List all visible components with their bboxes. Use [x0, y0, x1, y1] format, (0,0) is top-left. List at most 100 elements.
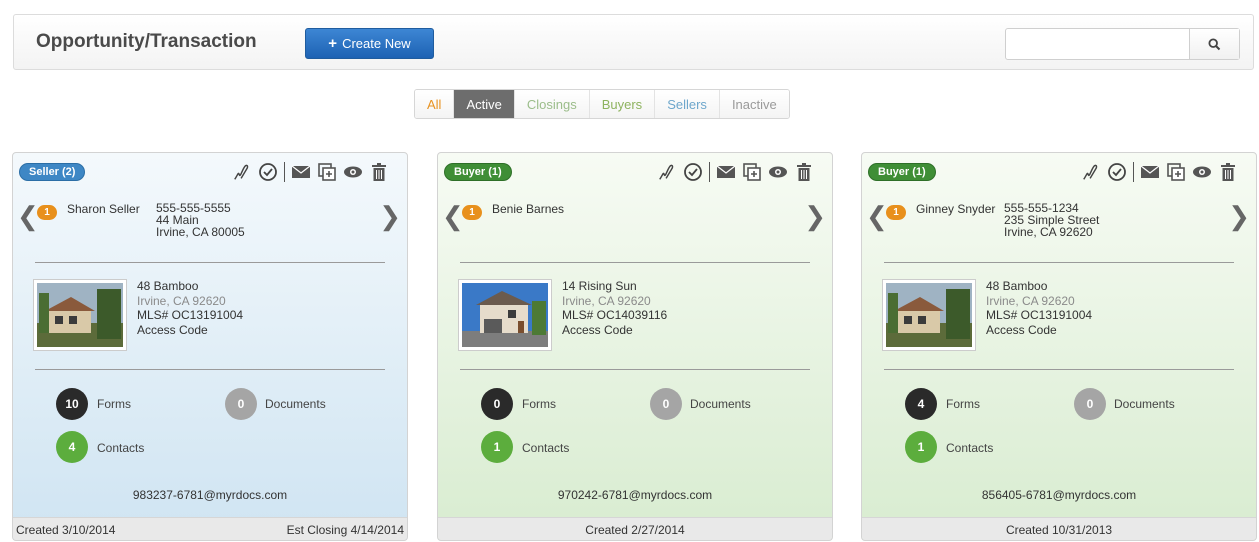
- mail-icon[interactable]: [1140, 161, 1160, 183]
- contact-city: Irvine, CA 92620: [1004, 225, 1093, 239]
- house-photo-icon: [37, 283, 123, 347]
- status-badge: Seller (2): [19, 163, 86, 181]
- toolbar-divider: [284, 162, 285, 182]
- transaction-email: 970242-6781@myrdocs.com: [557, 488, 713, 502]
- property-info: 48 Bamboo Irvine, CA 92620 MLS# OC131910…: [137, 279, 243, 337]
- card-toolbar: [232, 161, 389, 183]
- house-photo-icon: [886, 283, 972, 347]
- created-date: Created 3/10/2014: [16, 523, 116, 537]
- created-date: Created 2/27/2014: [585, 523, 685, 537]
- create-new-label: Create New: [342, 36, 411, 51]
- filter-tabs: All Active Closings Buyers Sellers Inact…: [414, 89, 790, 119]
- eye-icon[interactable]: [1192, 161, 1212, 183]
- documents-label[interactable]: Documents: [265, 397, 326, 411]
- property-address: 48 Bamboo: [137, 279, 199, 293]
- chevron-left-icon[interactable]: ❮: [866, 201, 888, 232]
- documents-count[interactable]: 0: [1074, 388, 1106, 420]
- trash-icon[interactable]: [369, 161, 389, 183]
- contacts-label[interactable]: Contacts: [522, 441, 569, 455]
- trash-icon[interactable]: [1218, 161, 1238, 183]
- forms-count[interactable]: 0: [481, 388, 513, 420]
- tab-buyers[interactable]: Buyers: [589, 90, 656, 118]
- sign-icon[interactable]: [657, 161, 677, 183]
- add-copy-icon[interactable]: [317, 161, 337, 183]
- chevron-left-icon[interactable]: ❮: [17, 201, 39, 232]
- chevron-right-icon[interactable]: ❯: [379, 201, 401, 232]
- mail-icon[interactable]: [291, 161, 311, 183]
- contact-name: Ginney Snyder: [916, 202, 996, 216]
- contacts-count[interactable]: 1: [905, 431, 937, 463]
- documents-count[interactable]: 0: [650, 388, 682, 420]
- forms-count[interactable]: 4: [905, 388, 937, 420]
- tab-all[interactable]: All: [415, 90, 455, 118]
- tab-inactive[interactable]: Inactive: [719, 90, 789, 118]
- property-mls: MLS# OC14039116: [562, 308, 668, 322]
- card-footer: Created 10/31/2013: [862, 517, 1256, 540]
- status-badge: Buyer (1): [444, 163, 512, 181]
- documents-count[interactable]: 0: [225, 388, 257, 420]
- contact-index-badge: 1: [37, 205, 57, 220]
- plus-icon: +: [328, 35, 338, 52]
- contact-name: Sharon Seller: [67, 202, 140, 216]
- contacts-count[interactable]: 1: [481, 431, 513, 463]
- trash-icon[interactable]: [794, 161, 814, 183]
- transaction-email: 983237-6781@myrdocs.com: [132, 488, 288, 502]
- add-copy-icon[interactable]: [742, 161, 762, 183]
- header-bar: Opportunity/Transaction + Create New: [13, 14, 1254, 70]
- card-footer: Created 3/10/2014 Est Closing 4/14/2014: [13, 517, 407, 540]
- contacts-count[interactable]: 4: [56, 431, 88, 463]
- chevron-left-icon[interactable]: ❮: [442, 201, 464, 232]
- add-copy-icon[interactable]: [1166, 161, 1186, 183]
- contact-name: Benie Barnes: [492, 202, 565, 216]
- chevron-right-icon[interactable]: ❯: [1228, 201, 1250, 232]
- house-photo-icon: [462, 283, 548, 347]
- transaction-card: Buyer (1) ❮ ❯ 1 Benie Barnes 14 Rising S…: [437, 152, 833, 541]
- property-access-code: Access Code: [986, 322, 1057, 337]
- search-icon: [1208, 37, 1221, 50]
- divider: [884, 369, 1234, 370]
- transaction-email: 856405-6781@myrdocs.com: [981, 488, 1137, 502]
- search-box: [1005, 28, 1240, 60]
- card-toolbar: [657, 161, 814, 183]
- documents-label[interactable]: Documents: [690, 397, 751, 411]
- search-button[interactable]: [1189, 29, 1239, 59]
- tab-sellers[interactable]: Sellers: [655, 90, 720, 118]
- sign-icon[interactable]: [1081, 161, 1101, 183]
- documents-label[interactable]: Documents: [1114, 397, 1175, 411]
- forms-label[interactable]: Forms: [946, 397, 980, 411]
- property-address: 48 Bamboo: [986, 279, 1048, 293]
- status-badge: Buyer (1): [868, 163, 936, 181]
- contacts-label[interactable]: Contacts: [97, 441, 144, 455]
- property-info: 48 Bamboo Irvine, CA 92620 MLS# OC131910…: [986, 279, 1092, 337]
- card-toolbar: [1081, 161, 1238, 183]
- property-photo[interactable]: [458, 279, 552, 351]
- sign-icon[interactable]: [232, 161, 252, 183]
- create-new-button[interactable]: + Create New: [305, 28, 434, 59]
- transaction-card: Seller (2) ❮ ❯ 1 Sharon Seller 555-555-5…: [12, 152, 408, 541]
- contact-city: Irvine, CA 80005: [156, 225, 245, 239]
- divider: [460, 369, 810, 370]
- property-photo[interactable]: [882, 279, 976, 351]
- tab-closings[interactable]: Closings: [514, 90, 590, 118]
- toolbar-divider: [1133, 162, 1134, 182]
- eye-icon[interactable]: [768, 161, 788, 183]
- contact-details: 555-555-5555 44 Main Irvine, CA 80005: [156, 202, 245, 238]
- tab-active[interactable]: Active: [454, 90, 515, 118]
- contacts-label[interactable]: Contacts: [946, 441, 993, 455]
- divider: [460, 262, 810, 263]
- forms-label[interactable]: Forms: [522, 397, 556, 411]
- chevron-right-icon[interactable]: ❯: [804, 201, 826, 232]
- clock-icon[interactable]: [258, 161, 278, 183]
- search-input[interactable]: [1006, 29, 1189, 59]
- property-photo[interactable]: [33, 279, 127, 351]
- clock-icon[interactable]: [683, 161, 703, 183]
- forms-label[interactable]: Forms: [97, 397, 131, 411]
- transaction-card: Buyer (1) ❮ ❯ 1 Ginney Snyder 555-555-12…: [861, 152, 1257, 541]
- property-city: Irvine, CA 92620: [137, 293, 226, 308]
- clock-icon[interactable]: [1107, 161, 1127, 183]
- property-address: 14 Rising Sun: [562, 279, 637, 293]
- forms-count[interactable]: 10: [56, 388, 88, 420]
- eye-icon[interactable]: [343, 161, 363, 183]
- mail-icon[interactable]: [716, 161, 736, 183]
- property-mls: MLS# OC13191004: [986, 308, 1093, 322]
